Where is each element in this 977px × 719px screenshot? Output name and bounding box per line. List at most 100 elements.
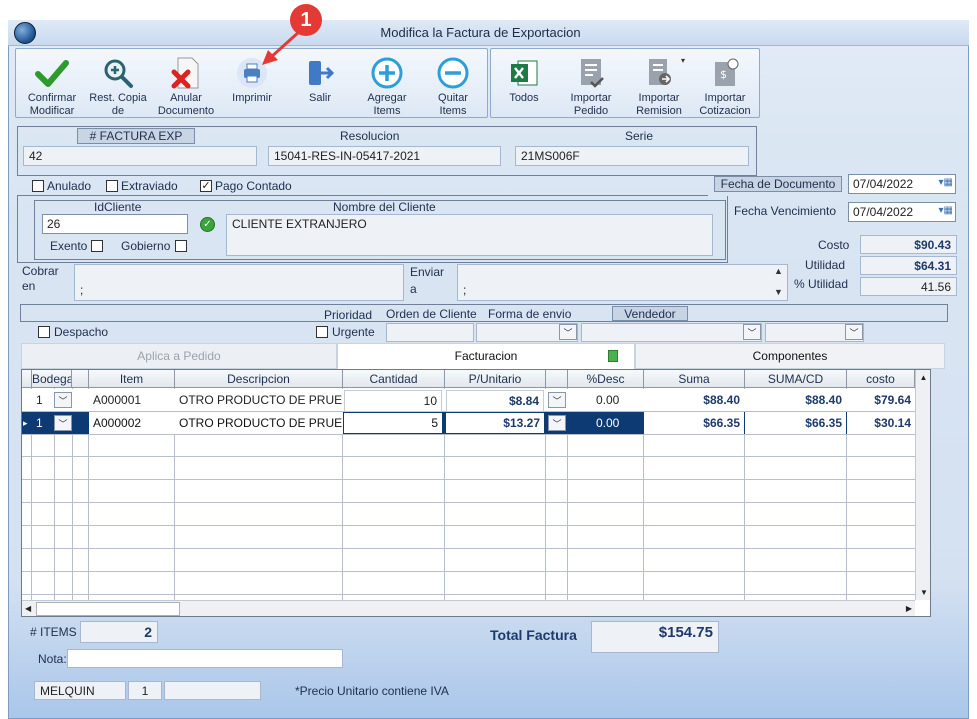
cell-cantidad[interactable]: 10 [344,390,442,412]
cobrar-label: Cobrar [22,264,59,278]
items-label: # ITEMS [30,625,77,639]
col-header-sumacd[interactable]: SUMA/CD [745,370,847,388]
chevron-down-icon[interactable]: ﹀ [54,392,72,408]
fecha-vencimiento-field[interactable]: 07/04/2022 ▾▦ [848,202,956,222]
anular-label: Anular Documento [157,92,215,117]
importar-pedido-button[interactable]: Importar Pedido [560,56,622,118]
utilidad-value: $64.31 [860,256,957,275]
window-title: Modifica la Factura de Exportacion [380,25,581,40]
cell-descripcion: OTRO PRODUCTO DE PRUE [179,393,343,407]
document-dollar-icon: $ [707,56,743,90]
chevron-down-icon[interactable]: ﹀ [548,392,566,408]
confirmar-label: Confirmar Modificar [27,92,77,117]
importar-cotizacion-label: Importar Cotizacion [699,92,751,117]
calendar-icon[interactable]: ▾▦ [939,205,953,216]
scroll-up-icon[interactable]: ▲ [774,266,783,276]
nombre-cliente-label: Nombre del Cliente [333,200,436,214]
cell-item: A000002 [89,412,175,434]
fecha-documento-field[interactable]: 07/04/2022 ▾▦ [848,174,956,194]
grid-row-header [22,370,32,388]
vendedor-select[interactable] [581,323,762,342]
orden-cliente-field[interactable] [386,323,474,342]
anulado-checkbox[interactable] [32,180,44,192]
validate-check-icon[interactable]: ✓ [200,217,215,232]
enviar-label: Enviar [410,265,445,279]
scroll-down-icon[interactable]: ▼ [916,588,930,597]
fecha-documento-label: Fecha de Documento [714,176,842,192]
despacho-label: Despacho [54,325,109,339]
tab-facturacion-label: Facturacion [454,349,518,363]
cobrar-field[interactable]: ; [74,264,404,301]
confirmar-modificar-button[interactable]: Confirmar Modificar [21,56,83,118]
grid-row-line [22,480,915,503]
dropdown-arrow-icon[interactable]: ▾ [681,56,685,65]
table-row-selected[interactable]: ▸ 1 ﹀ A000002 OTRO PRODUCTO DE PRUE 5 $1… [22,412,915,435]
cell-cantidad[interactable]: 5 [344,413,442,433]
chevron-down-icon[interactable]: ﹀ [548,415,566,431]
extraviado-checkbox[interactable] [106,180,118,192]
cell-desc: 0.00 [596,393,620,407]
checkmark-icon [34,56,70,90]
todos-excel-button[interactable]: Todos [496,56,552,105]
cell-bodega: 1 [36,416,43,430]
tab-componentes[interactable]: Componentes [635,343,945,369]
scroll-left-icon[interactable]: ◀ [25,604,31,613]
idcliente-field[interactable]: 26 [42,214,188,234]
cell-punitario[interactable]: $13.27 [446,413,544,433]
scroll-up-icon[interactable]: ▲ [916,373,930,382]
salir-label: Salir [308,92,331,104]
col-header-blank [72,370,89,388]
factura-number-field[interactable]: 42 [23,146,257,166]
scroll-thumb[interactable] [36,602,180,616]
enviar-field[interactable]: ; [457,264,788,301]
gobierno-checkbox[interactable] [175,240,187,252]
col-header-suma[interactable]: Suma [644,370,745,388]
chevron-down-icon[interactable]: ﹀ [743,324,761,340]
scroll-down-icon[interactable]: ▼ [774,287,783,297]
vendedor-label: Vendedor [612,306,688,321]
cell-suma: $66.35 [644,412,744,434]
despacho-checkbox[interactable] [38,326,50,338]
grid-row-line [22,434,915,457]
nota-input[interactable] [67,649,343,668]
document-arrow-icon [641,56,677,90]
urgente-checkbox[interactable] [316,326,328,338]
pago-contado-checkbox[interactable]: ✓ [200,180,212,192]
vertical-scrollbar[interactable]: ▲ ▼ [915,370,930,600]
serie-label: Serie [625,129,654,143]
quitar-items-button[interactable]: Quitar Items [424,56,482,118]
fecha-vencimiento-label: Fecha Vencimiento [734,204,837,218]
anular-documento-button[interactable]: Anular Documento [154,56,218,118]
tab-aplica-pedido[interactable]: Aplica a Pedido [21,343,337,369]
col-header-bodega[interactable]: Bodega [32,370,72,388]
importar-cotizacion-button[interactable]: $ Importar Cotizacion [696,56,754,118]
nombre-cliente-field[interactable]: CLIENTE EXTRANJERO [226,214,713,256]
scroll-right-icon[interactable]: ▶ [906,604,912,613]
putilidad-value: 41.56 [860,277,957,296]
agregar-items-button[interactable]: Agregar Items [356,56,418,118]
items-grid: Bodega Item Descripcion Cantidad P/Unita… [21,369,931,617]
cell-punitario[interactable]: $8.84 [446,390,544,412]
col-header-desc[interactable]: %Desc [568,370,644,388]
horizontal-scrollbar[interactable]: ◀ ▶ [22,600,915,616]
rest-copia-button[interactable]: Rest. Copia de [86,56,150,118]
calendar-icon[interactable]: ▾▦ [939,177,953,188]
tab-facturacion[interactable]: Facturacion [337,343,635,369]
col-header-descripcion[interactable]: Descripcion [175,370,343,388]
user-field: MELQUIN [34,681,126,700]
chevron-down-icon[interactable]: ﹀ [845,324,863,340]
col-header-item[interactable]: Item [89,370,175,388]
serie-field[interactable]: 21MS006F [515,146,749,166]
table-row[interactable]: 1 ﹀ A000001 OTRO PRODUCTO DE PRUE 10 $8.… [22,389,915,412]
col-header-punitario[interactable]: P/Unitario [445,370,546,388]
col-header-cantidad[interactable]: Cantidad [343,370,445,388]
chevron-down-icon[interactable]: ﹀ [54,415,72,431]
importar-remision-button[interactable]: Importar Remision [628,56,690,118]
col-header-costo[interactable]: costo [847,370,915,388]
resolucion-field[interactable]: 15041-RES-IN-05417-2021 [268,146,501,166]
exento-checkbox[interactable] [91,240,103,252]
cell-sumacd: $66.35 [745,412,846,434]
opciones-header [20,304,948,322]
chevron-down-icon[interactable]: ﹀ [559,324,577,340]
cell-desc: 0.00 [596,416,620,430]
